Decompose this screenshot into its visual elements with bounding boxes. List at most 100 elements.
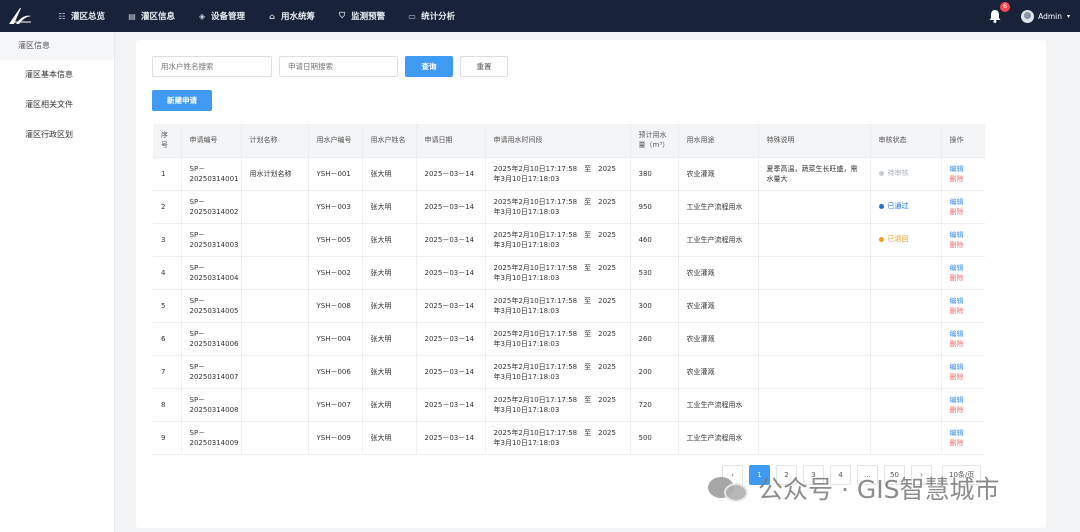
cell-period: 2025年2月10日17:17:58 至 2025年3月10日17:18:03 xyxy=(485,190,631,224)
edit-link[interactable]: 编辑 xyxy=(950,264,964,272)
cell-code: SP－20250314004 xyxy=(181,256,242,290)
cell-name: 张大明 xyxy=(362,421,417,455)
cell-plan xyxy=(241,388,309,422)
cell-use: 工业生产流程用水 xyxy=(678,421,759,455)
sidebar-item-related-files[interactable]: 灌区相关文件 xyxy=(0,90,114,120)
cell-use: 工业生产流程用水 xyxy=(678,223,759,257)
cell-name: 张大明 xyxy=(362,223,417,257)
cell-note xyxy=(758,322,871,356)
delete-link[interactable]: 删除 xyxy=(950,340,964,348)
cell-actions: 编辑删除 xyxy=(941,256,985,290)
sidebar-header[interactable]: 灌区信息 xyxy=(0,32,114,60)
cell-no: 6 xyxy=(153,322,182,356)
delete-link[interactable]: 删除 xyxy=(950,208,964,216)
cell-use: 农业灌溉 xyxy=(678,322,759,356)
table-row: 9 SP－20250314009 YSH－009 张大明 2025－03－14 2025年… xyxy=(153,421,985,455)
edit-link[interactable]: 编辑 xyxy=(950,363,964,371)
shield-icon: ⛉ xyxy=(339,11,346,20)
delete-link[interactable]: 删除 xyxy=(950,241,964,249)
delete-link[interactable]: 删除 xyxy=(950,373,964,381)
cell-plan xyxy=(241,256,309,290)
cell-code: SP－20250314001 xyxy=(181,157,242,191)
delete-link[interactable]: 删除 xyxy=(950,406,964,414)
cube-icon: ◈ xyxy=(198,11,206,21)
edit-link[interactable]: 编辑 xyxy=(950,231,964,239)
cell-name: 张大明 xyxy=(362,388,417,422)
chevron-down-icon[interactable]: ▾ xyxy=(1067,13,1070,20)
cell-note xyxy=(758,190,871,224)
table-row: 8 SP－20250314008 YSH－007 张大明 2025－03－14 2025年… xyxy=(153,388,985,422)
application-table: 序号 申请编号 计划名称 用水户编号 用水户姓名 申请日期 申请用水时间段 预计用水量（m³）… xyxy=(153,124,985,455)
cell-no: 2 xyxy=(153,190,182,224)
sidebar: 灌区信息 灌区基本信息 灌区相关文件 灌区行政区划 xyxy=(0,32,115,532)
nav-item-label: 用水统筹 xyxy=(281,12,316,22)
cell-note xyxy=(758,355,871,389)
cell-note xyxy=(758,223,871,257)
status-badge: 已退回 xyxy=(878,234,909,244)
delete-link[interactable]: 删除 xyxy=(950,175,964,183)
edit-link[interactable]: 编辑 xyxy=(950,297,964,305)
user-name-search-input[interactable] xyxy=(152,56,272,77)
delete-link[interactable]: 删除 xyxy=(950,307,964,315)
cell-volume: 460 xyxy=(630,223,679,257)
edit-link[interactable]: 编辑 xyxy=(950,396,964,404)
status-dot-icon xyxy=(878,170,884,176)
nav-item-0[interactable]: ☷ 灌区总览 xyxy=(46,0,116,32)
nav-item-1[interactable]: ▤ 灌区信息 xyxy=(116,0,186,32)
watermark: 公众号 · GIS智慧城市 xyxy=(708,470,999,506)
delete-link[interactable]: 删除 xyxy=(950,274,964,282)
main-nav: ☷ 灌区总览 ▤ 灌区信息 ◈ 设备管理 ⌂ 用水统筹 ⛉ 监测预警 ▭ 统计分析 xyxy=(46,0,466,32)
new-application-button[interactable]: 新建申请 xyxy=(152,90,212,111)
app-logo[interactable] xyxy=(0,0,40,32)
cell-uid: YSH－001 xyxy=(308,157,363,191)
query-button[interactable]: 查询 xyxy=(405,56,453,77)
edit-link[interactable]: 编辑 xyxy=(950,165,964,173)
avatar[interactable] xyxy=(1021,9,1035,23)
cell-actions: 编辑删除 xyxy=(941,190,985,224)
cell-date: 2025－03－14 xyxy=(416,322,486,356)
cell-status: 已通过 xyxy=(870,190,942,224)
status-badge: 待审核 xyxy=(878,168,909,178)
sidebar-item-basic-info[interactable]: 灌区基本信息 xyxy=(0,60,114,90)
cell-plan xyxy=(241,190,309,224)
cell-volume: 300 xyxy=(630,289,679,323)
table-row: 6 SP－20250314006 YSH－004 张大明 2025－03－14 2025年… xyxy=(153,322,985,356)
cell-status xyxy=(870,289,942,323)
nav-item-3[interactable]: ⌂ 用水统筹 xyxy=(256,0,326,32)
status-text: 已退回 xyxy=(887,235,909,244)
cell-use: 农业灌溉 xyxy=(678,355,759,389)
nav-item-4[interactable]: ⛉ 监测预警 xyxy=(326,0,396,32)
logo-icon xyxy=(9,8,31,24)
cell-actions: 编辑删除 xyxy=(941,421,985,455)
edit-link[interactable]: 编辑 xyxy=(950,330,964,338)
status-text: 待审核 xyxy=(887,169,909,178)
column-header: 申请日期 xyxy=(416,124,486,158)
sidebar-item-admin-divisions[interactable]: 灌区行政区划 xyxy=(0,120,114,150)
nav-item-2[interactable]: ◈ 设备管理 xyxy=(186,0,256,32)
nav-item-5[interactable]: ▭ 统计分析 xyxy=(396,0,466,32)
cell-volume: 720 xyxy=(630,388,679,422)
user-name[interactable]: Admin xyxy=(1038,12,1062,21)
top-navigation-bar: ☷ 灌区总览 ▤ 灌区信息 ◈ 设备管理 ⌂ 用水统筹 ⛉ 监测预警 ▭ 统计分析 6 Admin ▾ xyxy=(0,0,1080,32)
cell-no: 7 xyxy=(153,355,182,389)
delete-link[interactable]: 删除 xyxy=(950,439,964,447)
cell-uid: YSH－005 xyxy=(308,223,363,257)
date-search-input[interactable] xyxy=(279,56,398,77)
notification-button[interactable]: 6 xyxy=(987,2,1011,24)
monitor-icon: ▭ xyxy=(408,11,416,21)
edit-link[interactable]: 编辑 xyxy=(950,198,964,206)
cell-name: 张大明 xyxy=(362,289,417,323)
cell-uid: YSH－007 xyxy=(308,388,363,422)
nav-item-label: 监测预警 xyxy=(351,12,386,22)
cell-plan xyxy=(241,289,309,323)
cell-note: 夏季高温，蔬菜生长旺盛，需水量大 xyxy=(758,157,871,191)
cell-date: 2025－03－14 xyxy=(416,223,486,257)
column-header: 序号 xyxy=(153,124,182,158)
document-icon: ▤ xyxy=(128,11,136,21)
cell-name: 张大明 xyxy=(362,256,417,290)
edit-link[interactable]: 编辑 xyxy=(950,429,964,437)
cell-plan xyxy=(241,355,309,389)
main-content: 查询 重置 新建申请 序号申请编号计划名称用水户编号用水户姓名申请日期申请用水时… xyxy=(136,40,1046,528)
table-row: 7 SP－20250314007 YSH－006 张大明 2025－03－14 2025年… xyxy=(153,355,985,389)
reset-button[interactable]: 重置 xyxy=(460,56,508,77)
